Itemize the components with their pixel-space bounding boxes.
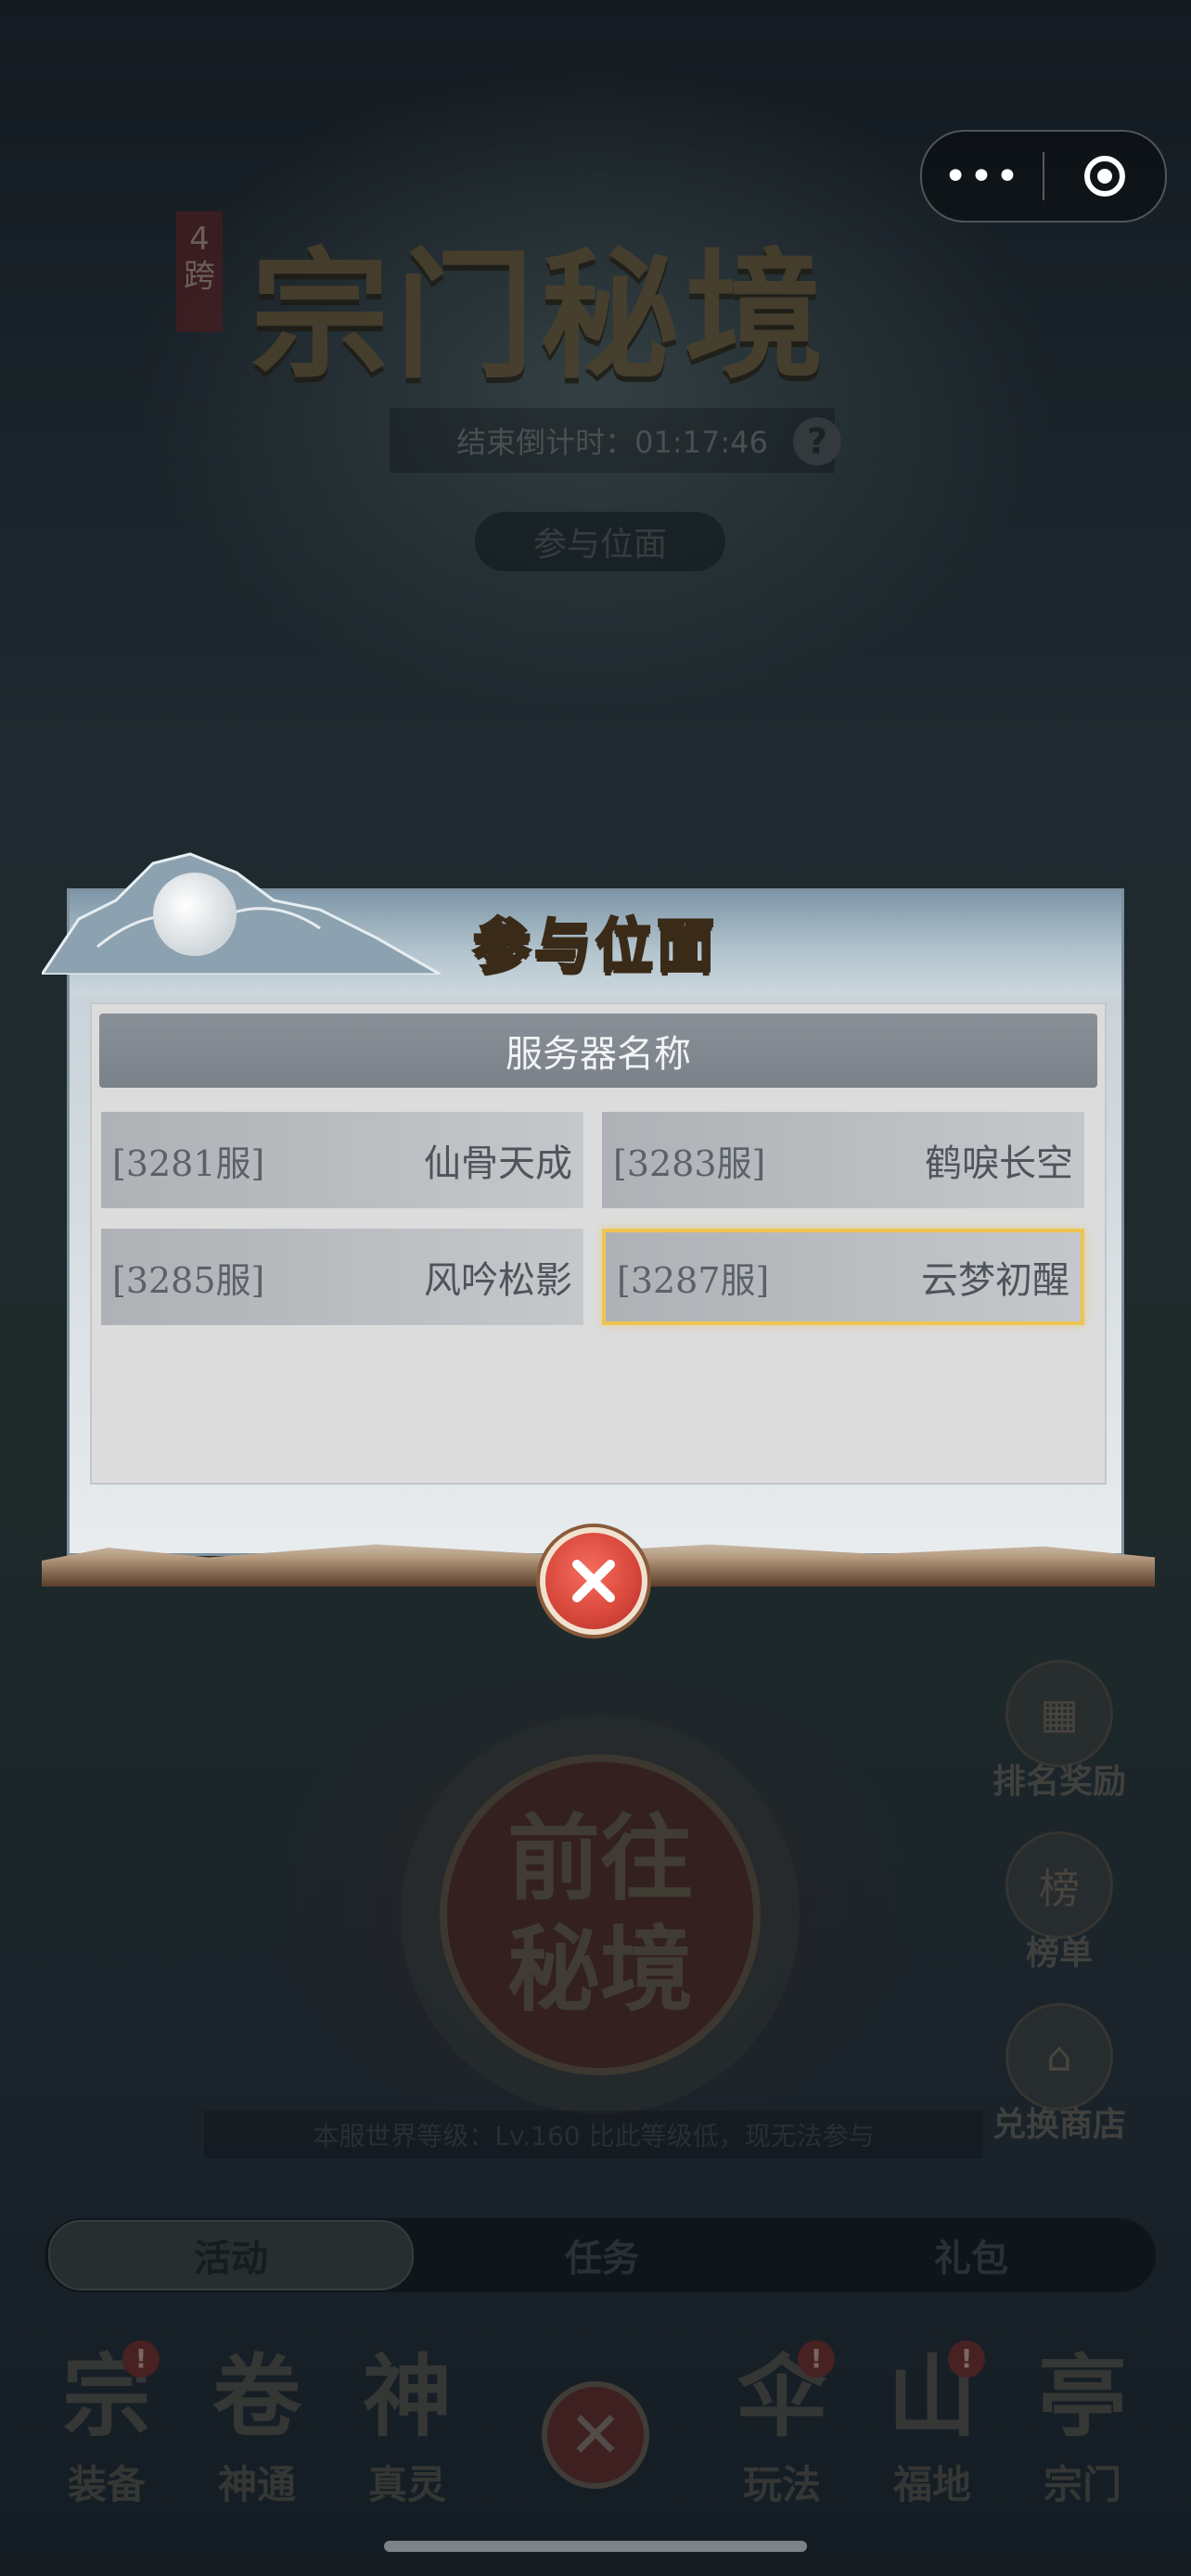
server-name: 仙骨天成 <box>424 1142 572 1185</box>
more-dots-icon[interactable]: ••• <box>922 153 1043 200</box>
server-id: [3285服] <box>112 1259 265 1301</box>
participate-dialog: 参与位面 服务器名称 [3281服] 仙骨天成 [3283服] 鹤唳长空 [32… <box>42 852 1155 1587</box>
record-icon[interactable] <box>1044 156 1165 197</box>
server-name: 云梦初醒 <box>921 1259 1069 1302</box>
server-option-3281[interactable]: [3281服] 仙骨天成 <box>101 1112 583 1208</box>
close-icon <box>572 1560 615 1602</box>
server-option-3285[interactable]: [3285服] 风吟松影 <box>101 1229 583 1325</box>
miniprogram-capsule: ••• <box>920 130 1167 223</box>
dialog-title: 参与位面 <box>471 911 718 981</box>
server-id: [3281服] <box>112 1142 265 1184</box>
server-name: 鹤唳长空 <box>925 1142 1073 1185</box>
table-header: 服务器名称 <box>99 1014 1097 1088</box>
close-button[interactable] <box>540 1527 647 1635</box>
server-option-3287[interactable]: [3287服] 云梦初醒 <box>602 1229 1084 1325</box>
server-id: [3283服] <box>613 1142 766 1184</box>
home-indicator[interactable] <box>384 2541 807 2552</box>
server-option-3283[interactable]: [3283服] 鹤唳长空 <box>602 1112 1084 1208</box>
server-id: [3287服] <box>617 1259 770 1301</box>
server-name: 风吟松影 <box>424 1259 572 1302</box>
server-panel: 服务器名称 [3281服] 仙骨天成 [3283服] 鹤唳长空 [3285服] … <box>90 1002 1107 1485</box>
